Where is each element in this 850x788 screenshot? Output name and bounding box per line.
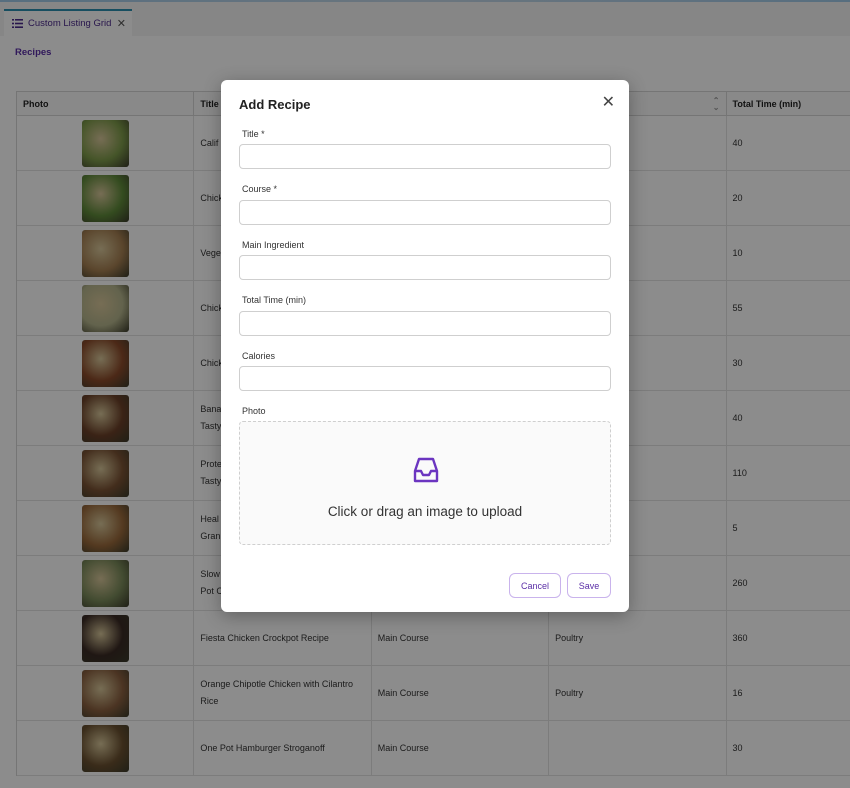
course-input[interactable] bbox=[239, 200, 611, 225]
inbox-icon bbox=[413, 457, 439, 483]
calories-input[interactable] bbox=[239, 366, 611, 391]
total-time-input[interactable] bbox=[239, 311, 611, 336]
main-ingredient-input[interactable] bbox=[239, 255, 611, 280]
photo-upload-dropzone[interactable]: Click or drag an image to upload bbox=[239, 421, 611, 545]
main-ingredient-label: Main Ingredient bbox=[242, 240, 305, 250]
cancel-button[interactable]: Cancel bbox=[509, 573, 561, 598]
total-time-label: Total Time (min) bbox=[242, 295, 307, 305]
add-recipe-dialog: Add Recipe ✕ Title * Course * Main Ingre… bbox=[221, 80, 629, 612]
course-label: Course * bbox=[242, 184, 278, 194]
title-input[interactable] bbox=[239, 144, 611, 169]
save-button[interactable]: Save bbox=[567, 573, 611, 598]
calories-label: Calories bbox=[242, 351, 276, 361]
upload-instructions: Click or drag an image to upload bbox=[327, 504, 523, 519]
close-icon[interactable]: ✕ bbox=[602, 92, 615, 112]
title-label: Title * bbox=[242, 129, 265, 139]
photo-label: Photo bbox=[242, 406, 266, 416]
dialog-title: Add Recipe bbox=[239, 97, 311, 112]
